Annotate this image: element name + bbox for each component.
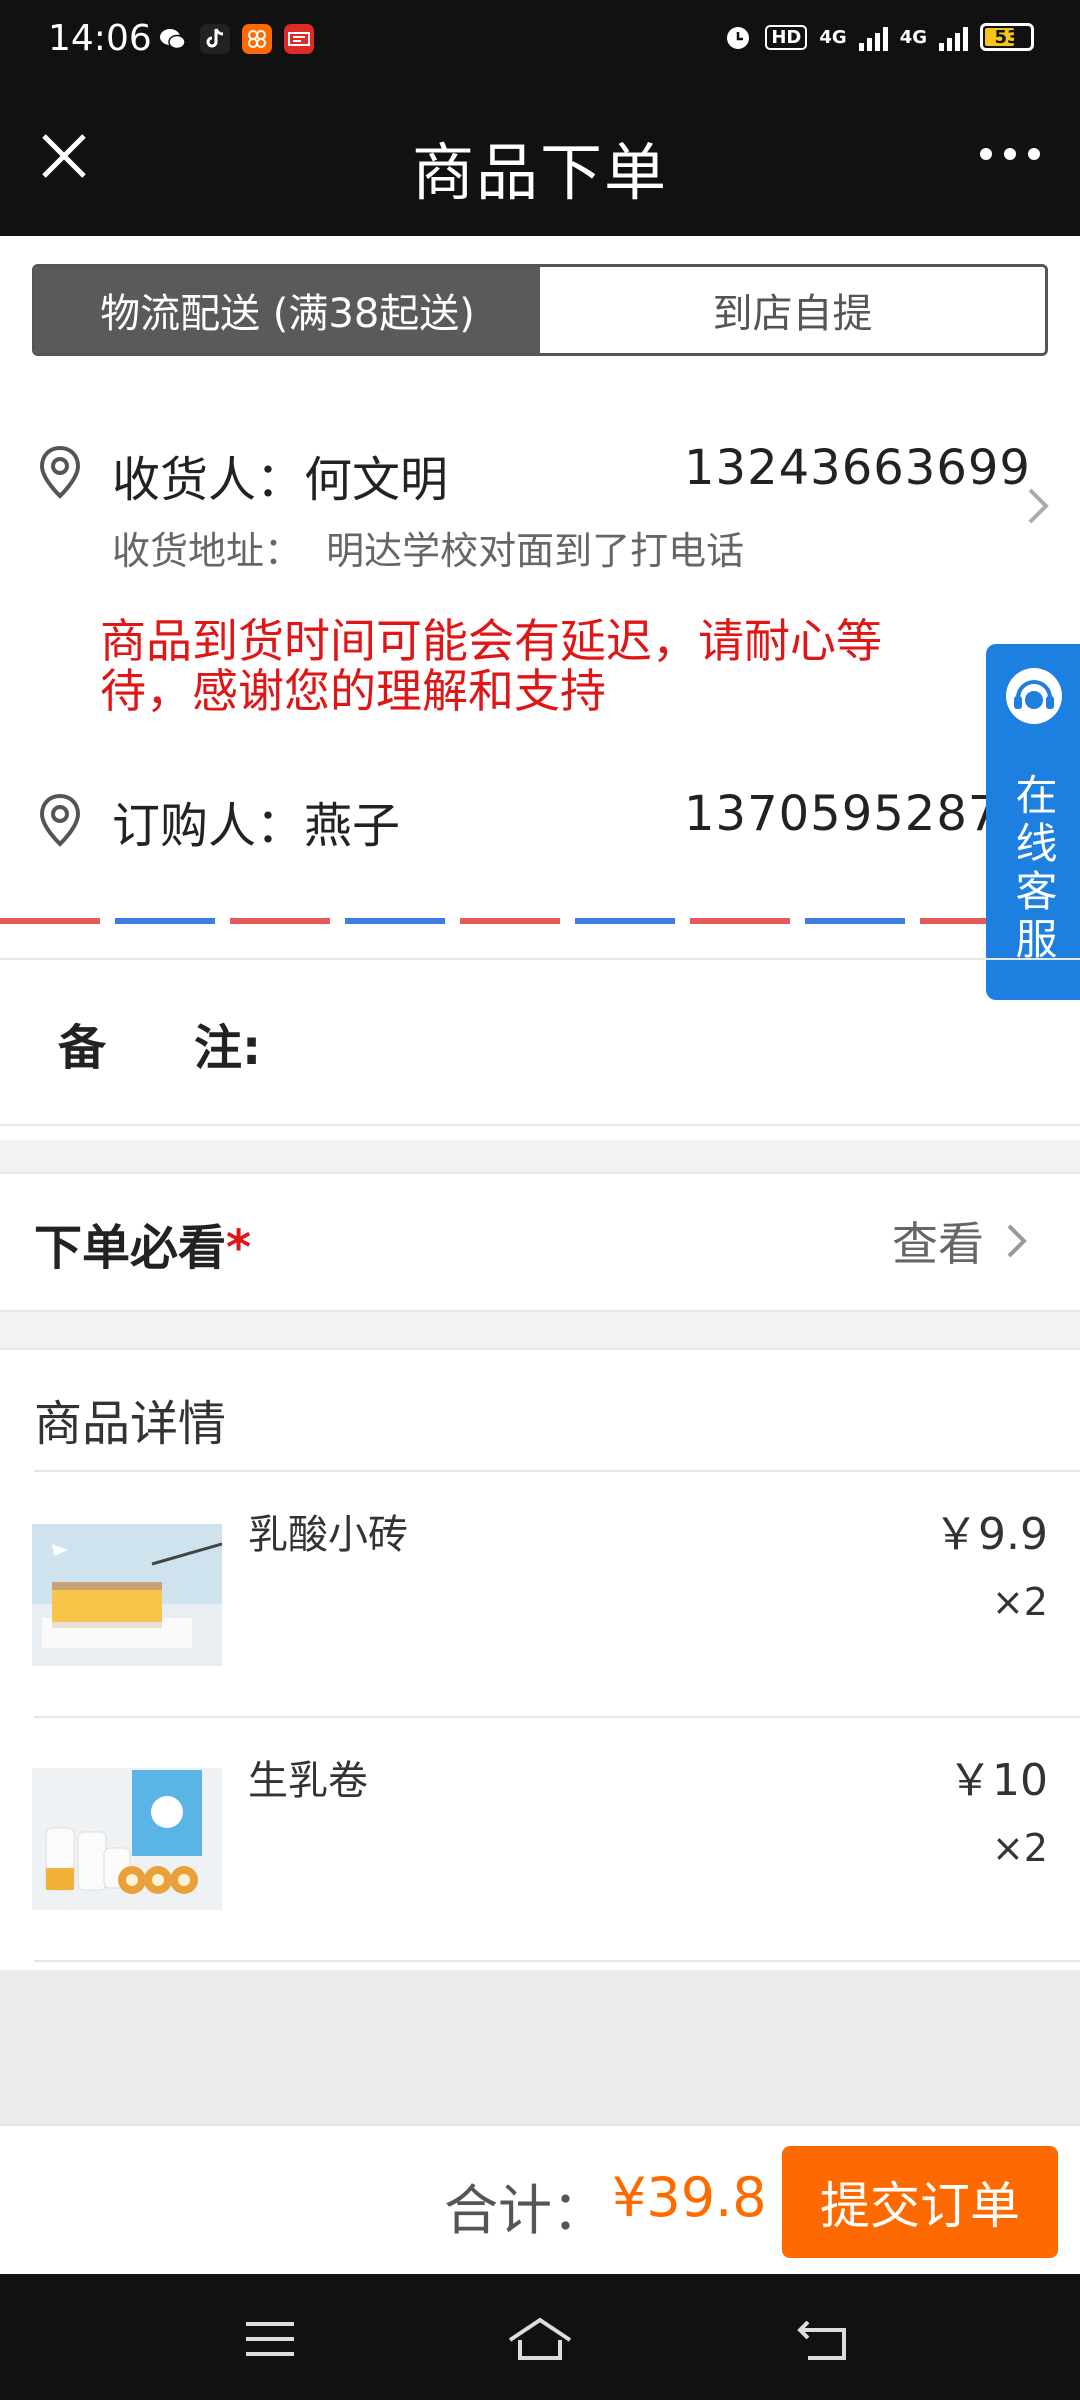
- item-quantity: ×2: [991, 1826, 1048, 1870]
- recipient-name: 收货人：何文明: [112, 452, 449, 508]
- shopping-app-icon: [242, 24, 272, 54]
- battery-icon: 53: [980, 23, 1034, 51]
- list-item[interactable]: 生乳卷 ￥10 ×2: [0, 1718, 1080, 1962]
- item-name: 乳酸小砖: [248, 1512, 408, 1558]
- status-indicators: HD 4G 4G 53: [723, 22, 1034, 52]
- divider: [0, 1348, 1080, 1350]
- address-label: 收货地址：: [112, 529, 303, 573]
- must-read-text: 下单必看: [34, 1220, 227, 1276]
- total-amount: ¥39.8: [612, 2166, 767, 2229]
- divider: [0, 958, 1080, 960]
- remarks-label-a: 备: [58, 1020, 107, 1076]
- remarks-label-b: 注:: [194, 1020, 262, 1076]
- news-app-icon: [284, 24, 314, 54]
- airmail-divider: [0, 918, 1080, 924]
- product-details-title: 商品详情: [34, 1396, 227, 1452]
- item-quantity: ×2: [991, 1580, 1048, 1624]
- system-nav-bar: [0, 2274, 1080, 2400]
- delivery-delay-notice: 商品到货时间可能会有延迟，请耐心等待，感谢您的理解和支持: [100, 614, 882, 718]
- online-service-label: 在线客服: [1009, 773, 1058, 965]
- tab-logistics-delivery[interactable]: 物流配送 (满38起送): [35, 267, 540, 353]
- status-time: 14:06: [48, 18, 152, 59]
- status-bar: 14:06 HD 4G 4G 53: [0, 0, 1080, 80]
- wechat-icon: [158, 24, 188, 54]
- remarks-label: 备 注:: [58, 1008, 261, 1078]
- chevron-right-icon: [1007, 1224, 1027, 1258]
- network-label-2: 4G: [899, 26, 927, 48]
- location-pin-icon: [39, 445, 81, 499]
- status-app-icons: [158, 24, 314, 54]
- item-price: ￥10: [948, 1755, 1048, 1806]
- orderer-phone: 13705952876: [684, 786, 1031, 842]
- network-label-1: 4G: [819, 26, 847, 48]
- page-title: 商品下单: [411, 136, 668, 209]
- alarm-icon: [727, 27, 750, 49]
- more-icon[interactable]: [980, 148, 1040, 160]
- product-image-cheesecake: [32, 1524, 222, 1666]
- section-gap: [0, 1312, 1080, 1348]
- tab-store-pickup[interactable]: 到店自提: [540, 267, 1045, 353]
- view-must-read-button[interactable]: 查看: [892, 1208, 1030, 1274]
- item-price: ￥9.9: [934, 1509, 1048, 1560]
- required-mark: *: [226, 1220, 252, 1276]
- order-must-read-label: 下单必看*: [34, 1208, 251, 1278]
- orderer-name: 订购人：燕子: [112, 798, 401, 854]
- list-item[interactable]: 乳酸小砖 ￥9.9 ×2: [0, 1472, 1080, 1716]
- remarks-input[interactable]: [290, 990, 1050, 1080]
- divider: [0, 1124, 1080, 1126]
- location-pin-icon: [39, 793, 81, 847]
- battery-level: 53: [994, 26, 1020, 48]
- headset-icon: [1006, 668, 1062, 724]
- recipient-phone: 13243663699: [684, 440, 1031, 496]
- delivery-method-tabs: 物流配送 (满38起送) 到店自提: [32, 264, 1048, 356]
- hd-badge: HD: [765, 24, 808, 50]
- recipient-address: 收货地址： 明达学校对面到了打电话: [112, 520, 744, 575]
- signal-icon: [858, 23, 888, 51]
- submit-order-button[interactable]: 提交订单: [782, 2146, 1058, 2258]
- bottom-gap: [0, 1970, 1080, 2124]
- tiktok-icon: [200, 24, 230, 54]
- menu-icon[interactable]: [240, 2314, 300, 2364]
- section-gap: [0, 1140, 1080, 1172]
- back-icon[interactable]: [794, 2314, 854, 2364]
- home-icon[interactable]: [504, 2314, 576, 2364]
- total-label: 合计：: [444, 2179, 606, 2242]
- divider: [0, 1172, 1080, 1174]
- divider: [34, 1960, 1080, 1962]
- chevron-right-icon[interactable]: [1024, 484, 1054, 528]
- app-header: 商品下单: [0, 80, 1080, 236]
- signal-icon-2: [939, 23, 968, 51]
- online-service-button[interactable]: 在线客服: [986, 644, 1080, 1000]
- view-label: 查看: [892, 1217, 984, 1271]
- address-value: 明达学校对面到了打电话: [326, 529, 745, 573]
- product-image-milk-roll: [32, 1768, 222, 1910]
- checkout-bar: 合计： ¥39.8 提交订单: [0, 2124, 1080, 2274]
- item-name: 生乳卷: [248, 1758, 368, 1804]
